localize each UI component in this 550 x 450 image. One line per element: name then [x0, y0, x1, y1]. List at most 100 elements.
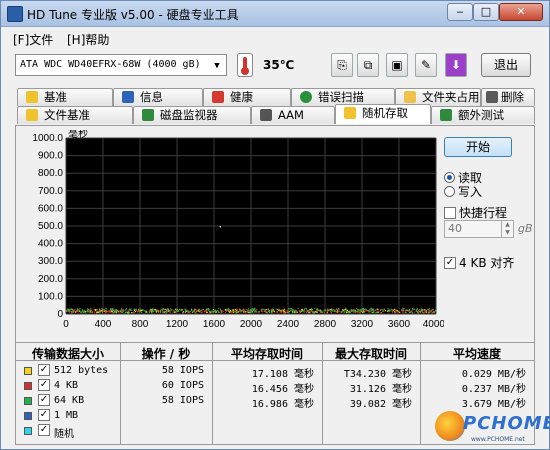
header-avg-access: 平均存取时间	[230, 347, 303, 361]
data-point	[396, 311, 398, 313]
data-point	[353, 309, 355, 311]
data-point	[161, 310, 163, 312]
data-point	[381, 309, 383, 311]
data-point	[169, 310, 171, 312]
series-checkbox[interactable]: ✓	[38, 409, 50, 421]
data-point	[119, 311, 121, 313]
start-button[interactable]: 开始	[444, 137, 512, 157]
data-point	[238, 311, 240, 313]
data-point	[327, 308, 329, 310]
short-stroke-value: 40	[448, 222, 462, 235]
data-point	[159, 310, 161, 312]
tab-info[interactable]: 信息	[113, 88, 203, 106]
data-point	[129, 309, 132, 312]
data-point	[242, 311, 244, 313]
data-point	[219, 308, 221, 310]
watermark-url: www.PCHOME.net	[471, 436, 525, 443]
short-stroke-input[interactable]: 40 ▲ ▼	[444, 220, 514, 238]
download-button[interactable]: ⬇	[445, 53, 467, 77]
tab-random-access[interactable]: 随机存取	[335, 104, 431, 124]
exit-button[interactable]: 退出	[481, 53, 531, 77]
data-point	[305, 307, 307, 310]
data-point	[297, 307, 299, 309]
data-point	[101, 310, 103, 312]
data-point	[279, 311, 281, 313]
series-checkbox[interactable]: ✓	[38, 364, 50, 376]
data-point	[178, 308, 180, 310]
spinner-icon[interactable]: ▲ ▼	[501, 221, 513, 237]
data-point	[170, 308, 172, 310]
write-option[interactable]: 写入	[444, 183, 482, 200]
menu-help[interactable]: [H]帮助	[67, 31, 109, 48]
data-point	[356, 307, 358, 310]
menu-file[interactable]: [F]文件	[13, 31, 53, 48]
data-point	[245, 308, 247, 311]
data-point	[169, 311, 171, 314]
tab-aam[interactable]: AAM	[251, 106, 335, 124]
data-point	[399, 311, 401, 313]
header-ops: 操作 / 秒	[141, 347, 191, 361]
copy-text-button[interactable]: ⎘	[331, 53, 353, 77]
tab-disk-monitor[interactable]: 磁盘监视器	[133, 106, 251, 124]
align-4kb-checkbox[interactable]: ✓	[444, 256, 456, 269]
health-cross-icon	[212, 91, 224, 103]
data-point	[424, 310, 427, 312]
info-icon	[122, 91, 134, 103]
series-checkbox[interactable]: ✓	[38, 424, 50, 436]
tab-erase[interactable]: 删除	[481, 88, 535, 106]
data-point	[409, 310, 412, 312]
window-title: HD Tune 专业版 v5.00 - 硬盘专业工具	[27, 8, 239, 22]
data-point	[308, 310, 311, 312]
short-stroke-option[interactable]: 快捷行程	[444, 204, 507, 221]
title-bar[interactable]: HD Tune 专业版 v5.00 - 硬盘专业工具 ‒ □ ✕	[1, 1, 549, 27]
data-point	[193, 309, 195, 311]
data-point	[312, 311, 314, 313]
copy-screenshot-button[interactable]: ⧉	[357, 53, 379, 77]
data-point	[92, 311, 94, 313]
tab-extra-tests[interactable]: 额外测试	[431, 106, 535, 124]
data-point	[280, 309, 282, 312]
app-icon	[7, 6, 23, 22]
short-stroke-checkbox[interactable]	[444, 206, 456, 219]
drive-select[interactable]: ATA WDC WD40EFRX-68W (4000 gB) ▼	[15, 54, 227, 76]
series-checkbox[interactable]: ✓	[38, 379, 50, 391]
data-point	[370, 309, 372, 311]
maximize-button[interactable]: □	[473, 3, 499, 21]
divider	[16, 342, 534, 343]
max-access-cell: 31.126 毫秒	[349, 384, 412, 395]
data-point	[219, 309, 222, 311]
y-tick-label: 800.0	[38, 168, 63, 179]
tab-benchmark[interactable]: 基准	[17, 88, 113, 106]
watermark-logo: PCHOME www.PCHOME.net	[435, 409, 550, 447]
close-button[interactable]: ✕	[499, 3, 543, 21]
tab-file-benchmark[interactable]: 文件基准	[17, 106, 133, 124]
random-access-panel: 0 100.0 200.0 300.0 400.0 500.0 600.0 700.0 800.…	[15, 125, 535, 445]
data-point	[261, 311, 264, 313]
y-tick-label: 100.0	[38, 291, 63, 302]
ops-cell: 58 IOPS	[161, 395, 204, 406]
data-point	[431, 309, 434, 311]
data-point	[424, 311, 426, 313]
options-button[interactable]: ✎	[415, 53, 437, 77]
write-radio[interactable]	[444, 186, 455, 197]
data-point	[418, 310, 420, 312]
data-point	[201, 311, 203, 313]
data-point	[348, 312, 350, 314]
save-button[interactable]: ▣	[386, 53, 408, 77]
data-point	[391, 311, 393, 313]
tab-health[interactable]: 健康	[203, 88, 291, 106]
data-point	[338, 310, 340, 312]
data-point	[185, 308, 187, 310]
data-point	[127, 310, 129, 312]
avg-speed-cell: 0.029 MB/秒	[461, 369, 526, 380]
data-point	[304, 307, 306, 309]
data-point	[263, 310, 265, 312]
data-point	[424, 309, 426, 311]
series-checkbox[interactable]: ✓	[38, 394, 50, 406]
data-point	[417, 311, 419, 313]
data-point	[261, 308, 263, 310]
data-point	[264, 310, 266, 312]
align-4kb-option[interactable]: ✓ 4 KB 对齐	[444, 254, 514, 271]
minimize-button[interactable]: ‒	[447, 3, 473, 21]
read-radio[interactable]	[444, 172, 455, 183]
